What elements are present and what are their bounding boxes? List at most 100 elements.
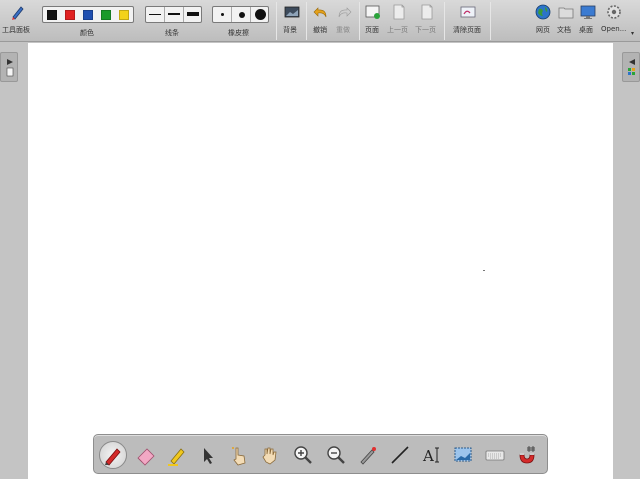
pointer-arrow-icon bbox=[204, 448, 213, 464]
pen-tool-button[interactable] bbox=[99, 441, 127, 469]
colors-label: 颜色 bbox=[80, 29, 94, 37]
tool-panel-label: 工具面板 bbox=[2, 26, 30, 34]
next-page-button[interactable]: 下一页 bbox=[414, 0, 440, 42]
color-swatch-blue[interactable] bbox=[83, 10, 93, 20]
gear-icon bbox=[607, 5, 621, 19]
undo-label: 撤销 bbox=[313, 26, 327, 34]
prev-page-button[interactable]: 上一页 bbox=[386, 0, 412, 42]
desktop-icon bbox=[580, 5, 596, 19]
prev-page-icon bbox=[393, 4, 405, 20]
next-page-icon bbox=[421, 4, 433, 20]
line-thick-icon bbox=[187, 12, 199, 16]
line-tool-button[interactable] bbox=[386, 441, 414, 469]
highlighter-icon bbox=[168, 448, 185, 466]
virtual-keyboard-button[interactable] bbox=[481, 441, 509, 469]
text-tool-icon: A bbox=[422, 447, 439, 465]
clear-page-icon bbox=[460, 6, 476, 18]
eraser-small-button[interactable] bbox=[213, 7, 232, 22]
redo-button[interactable]: 重做 bbox=[333, 0, 355, 42]
folder-icon bbox=[558, 7, 574, 19]
prev-page-label: 上一页 bbox=[387, 26, 408, 34]
pan-tool-button[interactable] bbox=[256, 441, 284, 469]
expand-left-icon bbox=[628, 59, 635, 75]
clear-page-label: 清除页面 bbox=[453, 26, 481, 34]
eraser-size-group bbox=[212, 6, 269, 23]
desktop-button[interactable]: 桌面 bbox=[577, 0, 599, 42]
zoom-out-icon bbox=[327, 446, 345, 464]
clear-page-button[interactable]: 清除页面 bbox=[450, 0, 486, 42]
text-tool-glyph: A bbox=[422, 447, 434, 465]
highlighter-tool-button[interactable] bbox=[163, 441, 191, 469]
background-button[interactable]: 背景 bbox=[280, 0, 304, 42]
page-label: 页面 bbox=[365, 26, 379, 34]
keyboard-icon bbox=[485, 450, 505, 461]
toolbar-separator bbox=[276, 2, 277, 40]
undo-icon bbox=[313, 7, 327, 18]
magnet-tool-button[interactable] bbox=[513, 441, 541, 469]
redo-label: 重做 bbox=[336, 26, 350, 34]
tool-dock: A bbox=[93, 434, 548, 474]
open-label: Open... bbox=[601, 25, 627, 33]
tool-panel-button[interactable]: 工具面板 bbox=[0, 0, 36, 42]
magnet-icon bbox=[519, 446, 535, 464]
redo-icon bbox=[338, 7, 352, 18]
laser-pointer-button[interactable] bbox=[354, 441, 382, 469]
whiteboard-canvas[interactable] bbox=[28, 43, 613, 479]
line-thin-icon bbox=[149, 14, 161, 15]
open-button[interactable]: Open... ▾ bbox=[600, 0, 636, 42]
select-tool-button[interactable] bbox=[194, 441, 222, 469]
color-palette bbox=[42, 6, 134, 23]
top-toolbar: 工具面板 颜色 线条 橡皮擦 背景 撤销 重做 页面 上一页 下一页 清除页面 … bbox=[0, 0, 640, 42]
screen-capture-icon bbox=[454, 447, 472, 462]
color-swatch-black[interactable] bbox=[47, 10, 57, 20]
left-panel-tab[interactable] bbox=[0, 52, 18, 82]
hand-pointer-icon bbox=[232, 447, 246, 466]
text-tool-button[interactable]: A bbox=[418, 441, 446, 469]
line-width-group bbox=[145, 6, 202, 23]
new-page-icon bbox=[365, 5, 380, 19]
eraser-icon bbox=[137, 448, 155, 466]
background-icon bbox=[284, 6, 300, 18]
toolbar-separator bbox=[490, 2, 491, 40]
desktop-label: 桌面 bbox=[579, 26, 593, 34]
laser-pointer-icon bbox=[360, 447, 376, 465]
right-panel-tab[interactable] bbox=[622, 52, 640, 82]
eraser-label: 橡皮擦 bbox=[228, 29, 249, 37]
toolbar-separator bbox=[359, 2, 360, 40]
line-medium-icon bbox=[168, 13, 180, 15]
line-thin-button[interactable] bbox=[146, 7, 165, 22]
lines-label: 线条 bbox=[165, 29, 179, 37]
line-thick-button[interactable] bbox=[184, 7, 203, 22]
eraser-large-button[interactable] bbox=[251, 7, 270, 22]
background-label: 背景 bbox=[283, 26, 297, 34]
hand-icon bbox=[262, 447, 277, 465]
eraser-medium-button[interactable] bbox=[232, 7, 251, 22]
zoom-out-button[interactable] bbox=[322, 441, 350, 469]
capture-tool-button[interactable] bbox=[449, 441, 477, 469]
color-swatch-yellow[interactable] bbox=[119, 10, 129, 20]
expand-right-icon bbox=[6, 59, 14, 77]
interact-tool-button[interactable] bbox=[225, 441, 253, 469]
toolbar-separator bbox=[444, 2, 445, 40]
dropdown-arrow-icon: ▾ bbox=[631, 30, 635, 37]
globe-icon bbox=[535, 4, 551, 20]
undo-button[interactable]: 撤销 bbox=[310, 0, 332, 42]
canvas-mark bbox=[483, 270, 485, 271]
eraser-medium-icon bbox=[239, 12, 245, 18]
line-icon bbox=[391, 446, 409, 464]
zoom-in-icon bbox=[294, 446, 312, 464]
zoom-in-button[interactable] bbox=[289, 441, 317, 469]
document-label: 文档 bbox=[557, 26, 571, 34]
web-button[interactable]: 网页 bbox=[532, 0, 554, 42]
document-button[interactable]: 文档 bbox=[555, 0, 577, 42]
eraser-large-icon bbox=[255, 9, 266, 20]
toolbar-separator bbox=[306, 2, 307, 40]
eraser-tool-button[interactable] bbox=[132, 441, 160, 469]
next-page-label: 下一页 bbox=[415, 26, 436, 34]
line-medium-button[interactable] bbox=[165, 7, 184, 22]
pen-icon bbox=[105, 448, 121, 466]
pen-tool-icon bbox=[12, 6, 24, 20]
color-swatch-red[interactable] bbox=[65, 10, 75, 20]
new-page-button[interactable]: 页面 bbox=[362, 0, 384, 42]
color-swatch-green[interactable] bbox=[101, 10, 111, 20]
